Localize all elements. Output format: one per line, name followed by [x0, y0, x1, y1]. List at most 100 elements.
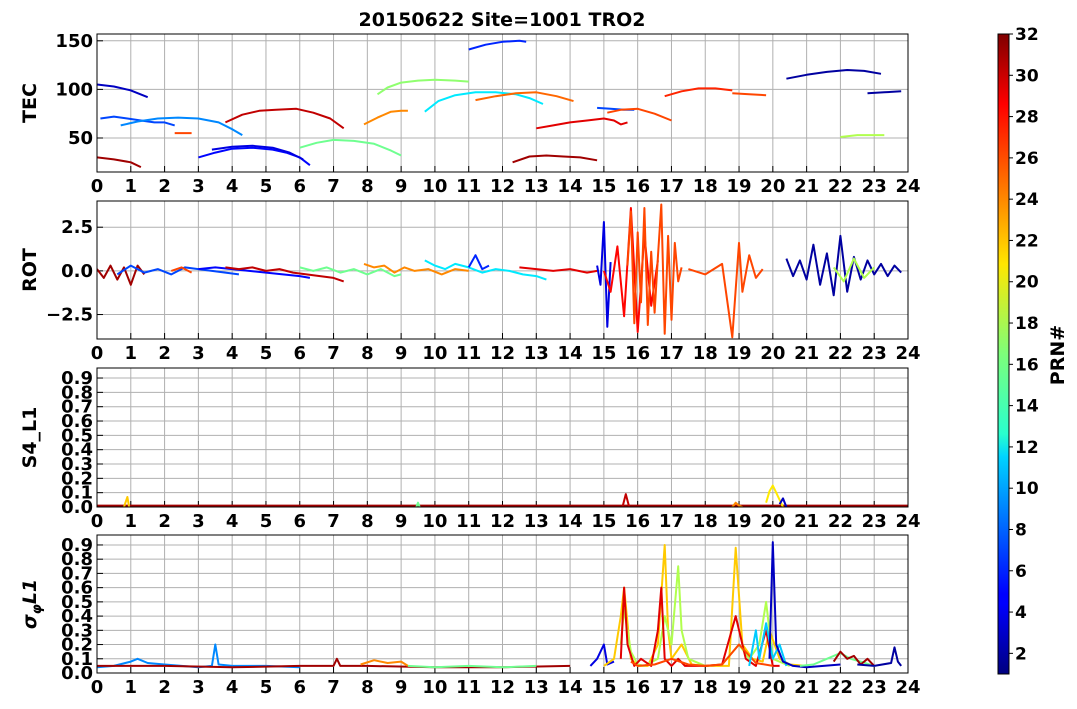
- x-tick-label: 21: [794, 343, 819, 364]
- colorbar-tick-label: 18: [1015, 314, 1039, 334]
- x-tick-label: 17: [659, 511, 684, 532]
- x-tick-label: 6: [293, 511, 306, 532]
- x-tick-label: 4: [226, 176, 239, 197]
- x-tick-label: 14: [558, 677, 583, 698]
- x-tick-label: 20: [760, 511, 785, 532]
- series-line-prn-26: [607, 107, 672, 122]
- series-line-prn-12: [424, 259, 547, 281]
- x-tick-label: 8: [361, 343, 374, 364]
- x-tick-label: 19: [727, 176, 752, 197]
- x-tick-label: 3: [192, 343, 205, 364]
- y-tick-label: 0.0: [61, 261, 93, 282]
- x-tick-label: 20: [760, 343, 785, 364]
- series-line-prn-29: [619, 586, 780, 667]
- series-line-prn-17: [376, 78, 469, 96]
- x-tick-label: 16: [625, 511, 650, 532]
- x-tick-label: 20: [760, 176, 785, 197]
- x-tick-label: 11: [456, 343, 481, 364]
- x-tick-label: 3: [192, 511, 205, 532]
- series-line-prn-29: [519, 266, 598, 274]
- x-tick-label: 17: [659, 343, 684, 364]
- series-line-prn-30: [224, 107, 345, 130]
- series-line-prn-29: [536, 117, 628, 130]
- x-tick-label: 1: [125, 511, 138, 532]
- x-tick-label: 21: [794, 176, 819, 197]
- y-axis-label: ROT: [19, 248, 41, 292]
- x-tick-label: 15: [591, 677, 616, 698]
- x-tick-label: 6: [293, 343, 306, 364]
- x-tick-label: 7: [327, 677, 340, 698]
- x-tick-label: 15: [591, 343, 616, 364]
- x-tick-label: 3: [192, 176, 205, 197]
- x-tick-label: 16: [625, 176, 650, 197]
- x-tick-label: 14: [558, 343, 583, 364]
- x-tick-label: 11: [456, 511, 481, 532]
- x-tick-label: 21: [794, 511, 819, 532]
- x-tick-label: 15: [591, 176, 616, 197]
- series-line-prn-2: [785, 234, 902, 297]
- x-tick-label: 13: [524, 343, 549, 364]
- series-line-prn-16: [299, 138, 402, 157]
- tro2-figure: 20150622 Site=1001 TRO2 0 1 2 3 4 5 6 7 8 9 10 11 12…: [19, 9, 1069, 698]
- x-tick-label: 4: [226, 677, 239, 698]
- series-group: [97, 541, 902, 669]
- y-tick-label: 0.9: [61, 368, 93, 389]
- colorbar-tick-label: 28: [1015, 108, 1039, 128]
- colorbar-tick-label: 4: [1015, 603, 1027, 623]
- colorbar-tick-label: 8: [1015, 520, 1027, 540]
- x-tick-label: 24: [895, 176, 920, 197]
- x-tick-label: 10: [422, 677, 447, 698]
- y-tick-label: 100: [55, 79, 93, 100]
- colorbar-tick-label: 20: [1015, 273, 1039, 293]
- x-tick-label: 22: [828, 511, 853, 532]
- colorbar-tick-label: 30: [1015, 66, 1039, 86]
- colorbar-gradient: [997, 33, 1010, 675]
- x-tick-label: 11: [456, 677, 481, 698]
- x-tick-label: 7: [327, 176, 340, 197]
- colorbar-tick-label: 26: [1015, 149, 1039, 169]
- series-line-prn-3: [97, 83, 149, 99]
- x-tick-label: 0: [91, 176, 104, 197]
- x-tick-label: 7: [327, 343, 340, 364]
- series-line-prn-18: [840, 134, 885, 138]
- x-tick-label: 24: [895, 677, 920, 698]
- colorbar-tick-label: 32: [1015, 25, 1039, 45]
- colorbar-tick-label: 6: [1015, 562, 1027, 582]
- x-tick-label: 12: [490, 677, 515, 698]
- x-tick-label: 3: [192, 677, 205, 698]
- colorbar-tick-label: 24: [1015, 190, 1039, 210]
- x-tick-label: 13: [524, 511, 549, 532]
- colorbar-tick-label: 22: [1015, 231, 1039, 251]
- colorbar-label: PRN#: [1047, 325, 1069, 385]
- y-tick-label: 150: [55, 31, 93, 52]
- x-tick-label: 13: [524, 176, 549, 197]
- colorbar-tick-label: 10: [1015, 479, 1039, 499]
- x-tick-label: 23: [862, 677, 887, 698]
- x-tick-label: 1: [125, 677, 138, 698]
- colorbar-tick-label: 2: [1015, 644, 1027, 664]
- x-tick-label: 23: [862, 176, 887, 197]
- x-tick-label: 19: [727, 677, 752, 698]
- x-tick-label: 11: [456, 176, 481, 197]
- x-tick-label: 19: [727, 343, 752, 364]
- x-tick-label: 15: [591, 511, 616, 532]
- series-line-prn-26: [732, 92, 767, 97]
- series-line-prn-6: [468, 39, 527, 51]
- series-line-prn-26: [688, 241, 764, 339]
- panel-2: 0 1 2 3 4 5 6 7 8 9 10 11 12 13 14 15 16 17 18 19 20 21 22 23 24…: [19, 200, 921, 364]
- x-tick-label: 2: [158, 176, 171, 197]
- x-tick-label: 5: [260, 343, 273, 364]
- x-tick-label: 24: [895, 511, 920, 532]
- x-tick-label: 9: [395, 677, 408, 698]
- x-tick-label: 23: [862, 511, 887, 532]
- x-tick-label: 0: [91, 343, 104, 364]
- x-tick-label: 20: [760, 677, 785, 698]
- series-line-prn-4: [589, 643, 615, 667]
- x-tick-label: 18: [693, 176, 718, 197]
- x-tick-label: 24: [895, 343, 920, 364]
- x-tick-label: 8: [361, 511, 374, 532]
- y-tick-label: 50: [68, 128, 93, 149]
- x-tick-label: 16: [625, 343, 650, 364]
- x-tick-label: 13: [524, 677, 549, 698]
- y-axis-label: TEC: [19, 83, 41, 123]
